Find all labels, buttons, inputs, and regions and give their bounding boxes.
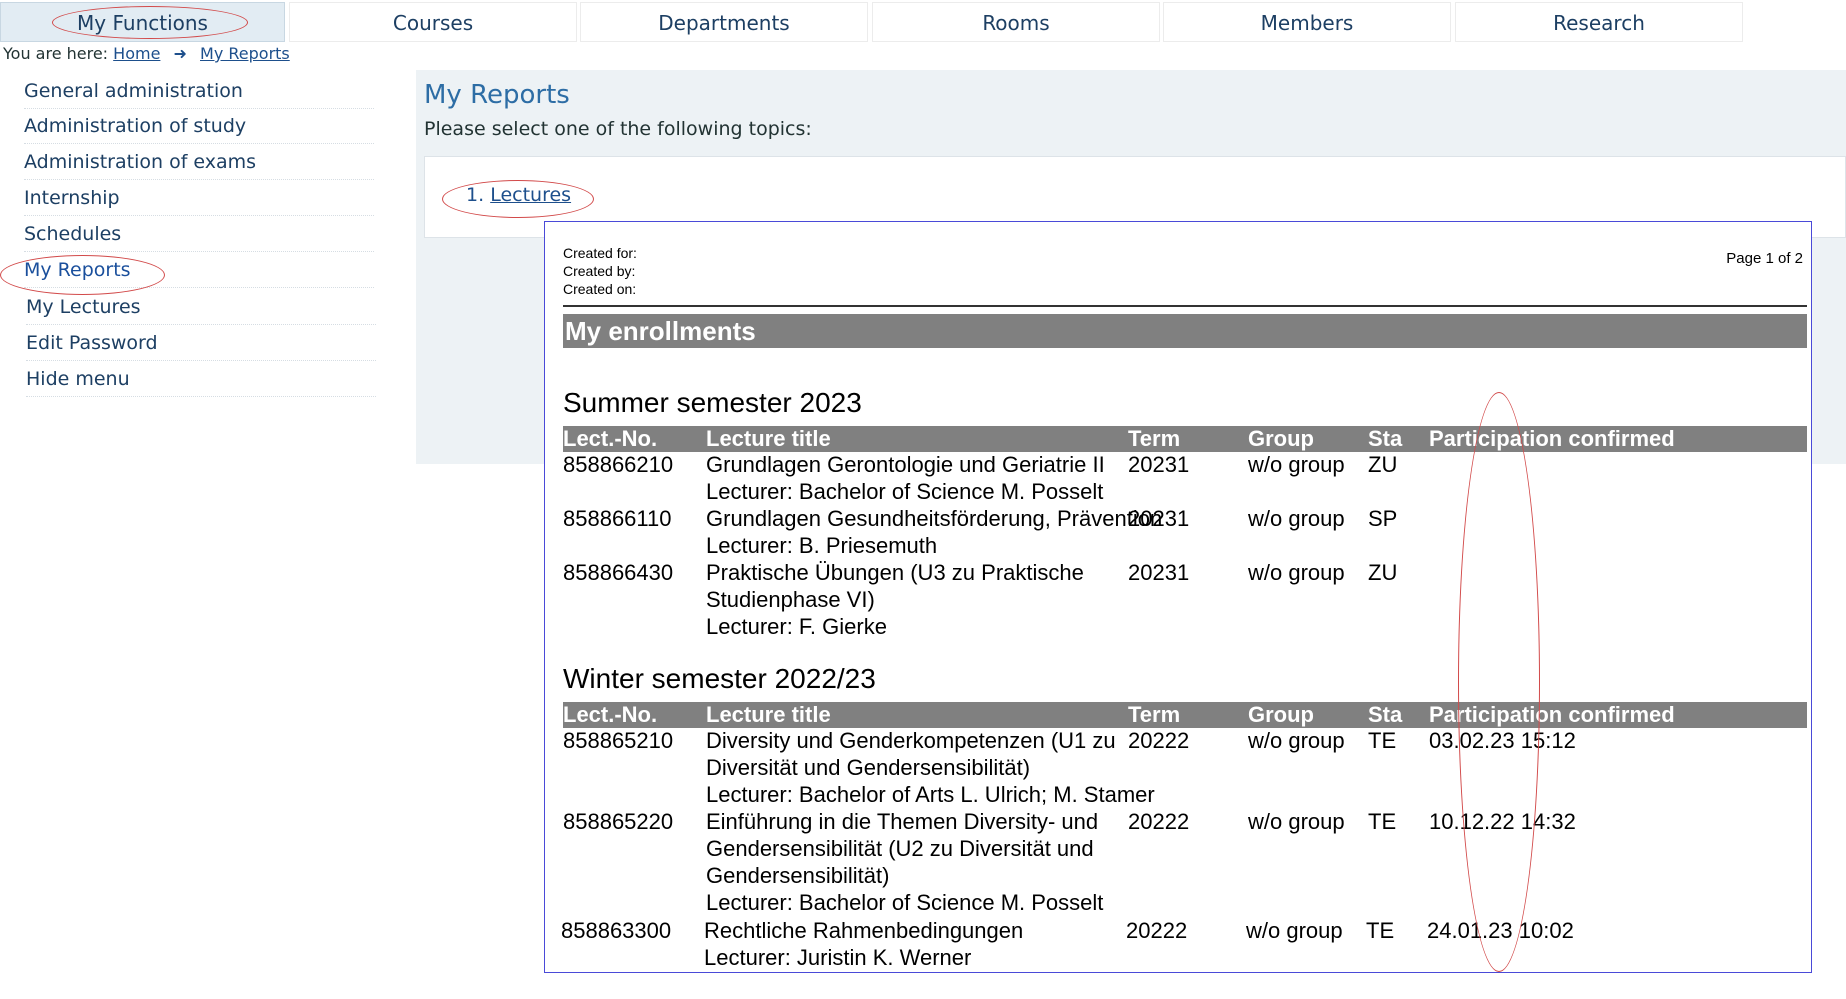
tab-departments[interactable]: Departments — [580, 2, 868, 42]
cell-lecture-title: Grundlagen Gerontologie und Geriatrie II — [706, 452, 1105, 477]
created-by-label: Created by: — [563, 263, 636, 279]
sidebar-item-internship[interactable]: Internship — [24, 181, 374, 216]
cell-confirmed: 10.12.22 14:32 — [1429, 809, 1576, 834]
tab-members[interactable]: Members — [1163, 2, 1451, 42]
cell-lect-no: 858865210 — [563, 728, 674, 753]
sidebar-item-schedules[interactable]: Schedules — [24, 217, 374, 252]
semester-title: Winter semester 2022/23 — [563, 663, 876, 694]
divider — [563, 305, 1807, 307]
cell-status: TE — [1366, 918, 1395, 943]
report-meta: Created for: Created by: Created on: — [563, 244, 637, 298]
sidebar-item-my-lectures[interactable]: My Lectures — [26, 290, 376, 325]
sidebar-item-general-administration[interactable]: General administration — [24, 74, 374, 109]
cell-lecturer: Lecturer: B. Priesemuth — [706, 533, 938, 558]
tab-research[interactable]: Research — [1455, 2, 1743, 42]
sidebar-item-edit-password[interactable]: Edit Password — [26, 326, 376, 361]
cell-lecturer: Lecturer: Bachelor of Science M. Posselt — [706, 890, 1104, 915]
sidebar-item-administration-of-exams[interactable]: Administration of exams — [24, 145, 374, 180]
breadcrumb-home-link[interactable]: Home — [113, 44, 160, 63]
cell-lecture-title: Rechtliche Rahmenbedingungen — [704, 918, 1024, 943]
breadcrumb-current-link[interactable]: My Reports — [200, 44, 290, 63]
breadcrumb-prefix: You are here: — [3, 44, 109, 63]
cell-status: SP — [1368, 506, 1398, 531]
report-preview: Created for: Created by: Created on: Pag… — [544, 221, 1812, 973]
created-for-label: Created for: — [563, 245, 637, 261]
col-term: Term — [1128, 426, 1181, 451]
cell-group: w/o group — [1246, 918, 1343, 943]
col-lecture-title: Lecture title — [706, 702, 831, 727]
cell-lect-no: 858866210 — [563, 452, 674, 477]
topic-lectures[interactable]: 1. Lectures — [466, 184, 571, 206]
cell-lecturer: Lecturer: F. Gierke — [706, 614, 887, 639]
cell-lect-no: 858866110 — [563, 506, 672, 531]
breadcrumb: You are here: Home ➜ My Reports — [3, 44, 290, 63]
tab-courses[interactable]: Courses — [289, 2, 577, 42]
cell-group: w/o group — [1248, 452, 1345, 477]
col-term: Term — [1128, 702, 1181, 727]
cell-lecturer: Lecturer: Bachelor of Arts L. Ulrich; M.… — [706, 782, 1155, 807]
cell-status: ZU — [1368, 452, 1398, 477]
cell-term: 20222 — [1128, 809, 1190, 834]
cell-term: 20222 — [1128, 728, 1190, 753]
cell-confirmed: 24.01.23 10:02 — [1427, 918, 1574, 943]
cell-lecture-title: Einführung in die Themen Diversity- und … — [706, 809, 1099, 888]
cell-lect-no: 858865220 — [563, 809, 674, 834]
cell-term: 20222 — [1126, 918, 1188, 943]
cell-term: 20231 — [1128, 560, 1190, 585]
tab-my-functions[interactable]: My Functions — [0, 2, 285, 42]
cell-status: TE — [1368, 728, 1397, 753]
cell-term: 20231 — [1128, 452, 1190, 477]
semester-title: Summer semester 2023 — [563, 387, 862, 418]
sidebar-item-administration-of-study[interactable]: Administration of study — [24, 109, 374, 144]
table-header: Lect.-No. Lecture title Term Group Sta P… — [563, 426, 1807, 452]
cell-lecturer: Lecturer: Juristin K. Werner — [704, 945, 972, 970]
tab-rooms[interactable]: Rooms — [872, 2, 1160, 42]
col-lecture-title: Lecture title — [706, 426, 831, 451]
cell-lect-no: 858866430 — [563, 560, 674, 585]
cell-status: TE — [1368, 809, 1397, 834]
table-header: Lect.-No. Lecture title Term Group Sta P… — [563, 702, 1807, 728]
col-lect-no: Lect.-No. — [563, 426, 658, 451]
report-heading: My enrollments — [563, 314, 1807, 348]
col-status: Sta — [1368, 702, 1403, 727]
cell-group: w/o group — [1248, 506, 1345, 531]
sidebar-item-hide-menu[interactable]: Hide menu — [26, 362, 376, 397]
cell-lecturer: Lecturer: Bachelor of Science M. Posselt — [706, 479, 1104, 504]
cell-status: ZU — [1368, 560, 1398, 585]
cell-group: w/o group — [1248, 728, 1345, 753]
page-info: Page 1 of 2 — [1726, 250, 1803, 267]
top-nav: My Functions Courses Departments Rooms M… — [0, 0, 1846, 42]
col-lect-no: Lect.-No. — [563, 702, 658, 727]
cell-term: 20231 — [1128, 506, 1190, 531]
cell-group: w/o group — [1248, 809, 1345, 834]
col-group: Group — [1248, 702, 1314, 727]
col-participation: Participation confirmed — [1429, 702, 1675, 727]
cell-lecture-title: Grundlagen Gesundheitsförderung, Prävent… — [706, 506, 1163, 531]
arrow-right-icon: ➜ — [173, 44, 187, 63]
col-group: Group — [1248, 426, 1314, 451]
topic-lectures-link[interactable]: Lectures — [490, 184, 571, 206]
cell-lecture-title: Diversity und Genderkompetenzen (U1 zu D… — [706, 728, 1116, 780]
page-title: My Reports — [424, 80, 570, 110]
created-on-label: Created on: — [563, 281, 637, 297]
cell-confirmed: 03.02.23 15:12 — [1429, 728, 1576, 753]
cell-lecture-title: Praktische Übungen (U3 zu Praktische Stu… — [706, 560, 1084, 612]
cell-lect-no: 858863300 — [561, 918, 672, 943]
col-status: Sta — [1368, 426, 1403, 451]
page-subtitle: Please select one of the following topic… — [424, 118, 812, 140]
col-participation: Participation confirmed — [1429, 426, 1675, 451]
topic-number: 1. — [466, 184, 485, 206]
cell-group: w/o group — [1248, 560, 1345, 585]
sidebar-item-my-reports[interactable]: My Reports — [24, 253, 374, 288]
